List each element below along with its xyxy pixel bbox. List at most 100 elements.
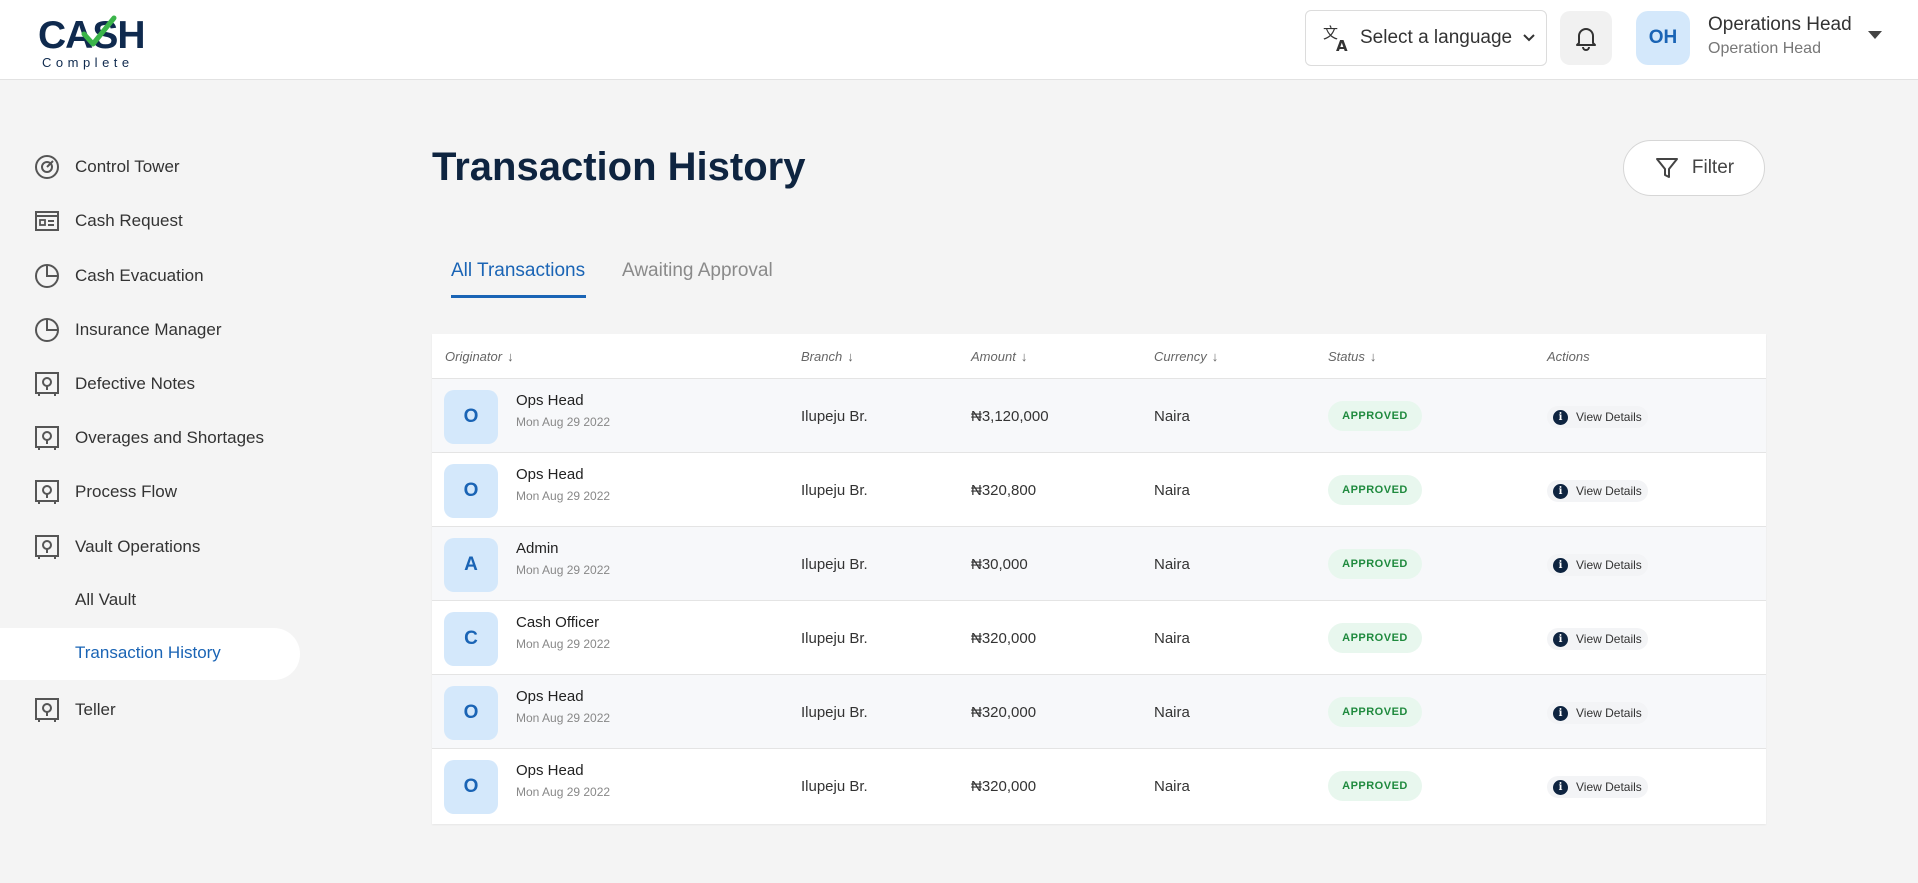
currency-cell: Naira: [1154, 704, 1190, 721]
transaction-date: Mon Aug 29 2022: [516, 415, 611, 429]
column-label: Actions: [1547, 349, 1590, 364]
transaction-date: Mon Aug 29 2022: [516, 711, 611, 725]
originator-avatar: O: [444, 464, 498, 518]
currency-cell: Naira: [1154, 408, 1190, 425]
sidebar-item-defective-notes[interactable]: Defective Notes: [34, 364, 195, 404]
sidebar-subitem-all-vault[interactable]: All Vault: [75, 580, 136, 620]
column-header-amount[interactable]: Amount ↓: [971, 349, 1027, 364]
column-label: Currency: [1154, 349, 1207, 364]
column-label: Originator: [445, 349, 503, 364]
view-details-button[interactable]: i View Details: [1547, 628, 1648, 650]
sidebar-item-vault-operations[interactable]: Vault Operations: [34, 527, 200, 567]
sidebar-subitem-label: Transaction History: [75, 643, 221, 662]
sidebar-item-teller[interactable]: Teller: [34, 690, 116, 730]
language-select[interactable]: 文 A Select a language: [1305, 10, 1547, 66]
column-header-status[interactable]: Status ↓: [1328, 349, 1376, 364]
translate-icon: 文 A: [1323, 24, 1348, 53]
column-header-actions: Actions: [1547, 349, 1590, 364]
sort-arrow-icon: ↓: [1211, 349, 1219, 364]
sidebar-item-label: Cash Request: [75, 211, 183, 230]
cash-complete-logo[interactable]: CASH Complete: [38, 14, 158, 74]
tab-awaiting-approval[interactable]: Awaiting Approval: [622, 260, 773, 282]
column-header-branch[interactable]: Branch ↓: [801, 349, 854, 364]
sidebar-item-label: Cash Evacuation: [75, 266, 204, 285]
transaction-date: Mon Aug 29 2022: [516, 489, 611, 503]
sidebar-item-control-tower[interactable]: Control Tower: [34, 147, 180, 187]
user-name: Operations Head: [1708, 14, 1852, 35]
view-details-button[interactable]: i View Details: [1547, 776, 1648, 798]
logo-subtext: Complete: [42, 55, 134, 70]
sidebar-item-label: Vault Operations: [75, 537, 201, 556]
info-icon: i: [1553, 779, 1568, 795]
originator-avatar: O: [444, 760, 498, 814]
column-header-originator[interactable]: Originator ↓: [445, 349, 514, 364]
filter-icon: [1655, 158, 1678, 178]
user-avatar[interactable]: OH: [1636, 11, 1690, 65]
view-details-label: View Details: [1576, 410, 1642, 424]
branch-cell: Ilupeju Br.: [801, 556, 868, 573]
sidebar-item-label: Overages and Shortages: [75, 428, 265, 447]
check-icon: [81, 15, 117, 47]
info-icon: i: [1553, 483, 1568, 499]
info-icon: i: [1553, 705, 1568, 721]
sort-arrow-icon: ↓: [1020, 349, 1028, 364]
sidebar-subitem-transaction-history[interactable]: Transaction History: [0, 628, 300, 680]
svg-text:A: A: [1336, 37, 1348, 53]
table-row: O Ops Head Mon Aug 29 2022 Ilupeju Br. ₦…: [432, 379, 1766, 453]
view-details-label: View Details: [1576, 484, 1642, 498]
originator-name: Cash Officer: [516, 614, 600, 631]
info-icon: i: [1553, 409, 1568, 425]
active-tab-indicator: [451, 295, 586, 298]
view-details-button[interactable]: i View Details: [1547, 480, 1648, 502]
currency-cell: Naira: [1154, 482, 1190, 499]
safe-icon: [35, 535, 59, 559]
column-label: Status: [1328, 349, 1365, 364]
branch-cell: Ilupeju Br.: [801, 704, 868, 721]
safe-icon: [35, 426, 59, 450]
status-badge: APPROVED: [1328, 401, 1422, 431]
user-menu-caret-icon[interactable]: [1868, 31, 1882, 39]
sidebar-subitem-label: All Vault: [75, 590, 137, 609]
info-icon: i: [1553, 557, 1568, 573]
status-badge: APPROVED: [1328, 475, 1422, 505]
sidebar-item-label: Defective Notes: [75, 374, 195, 393]
bell-icon: [1576, 28, 1596, 51]
tab-all-transactions[interactable]: All Transactions: [451, 260, 585, 282]
transaction-date: Mon Aug 29 2022: [516, 785, 611, 799]
safe-icon: [35, 480, 59, 504]
filter-button[interactable]: Filter: [1623, 140, 1765, 196]
status-badge: APPROVED: [1328, 623, 1422, 653]
table-row: O Ops Head Mon Aug 29 2022 Ilupeju Br. ₦…: [432, 749, 1766, 823]
column-header-currency[interactable]: Currency ↓: [1154, 349, 1218, 364]
view-details-button[interactable]: i View Details: [1547, 406, 1648, 428]
branch-cell: Ilupeju Br.: [801, 482, 868, 499]
pie-chart-icon: [35, 318, 59, 342]
sidebar-item-cash-request[interactable]: Cash Request: [34, 201, 183, 241]
page-title: Transaction History: [432, 145, 806, 189]
filter-label: Filter: [1691, 157, 1735, 178]
sidebar-item-overages-and-shortages[interactable]: Overages and Shortages: [34, 418, 264, 458]
pie-chart-icon: [35, 264, 59, 288]
amount-cell: ₦3,120,000: [971, 408, 1049, 425]
originator-name: Ops Head: [516, 466, 584, 483]
transaction-date: Mon Aug 29 2022: [516, 637, 611, 651]
view-details-button[interactable]: i View Details: [1547, 702, 1648, 724]
language-label: Select a language: [1360, 27, 1513, 48]
safe-icon: [35, 372, 59, 396]
column-label: Amount: [971, 349, 1016, 364]
branch-cell: Ilupeju Br.: [801, 408, 868, 425]
sidebar-item-label: Process Flow: [75, 482, 178, 501]
notifications-button[interactable]: [1560, 11, 1612, 65]
sidebar-item-label: Insurance Manager: [75, 320, 222, 339]
sidebar-item-cash-evacuation[interactable]: Cash Evacuation: [34, 256, 204, 296]
view-details-button[interactable]: i View Details: [1547, 554, 1648, 576]
sidebar-item-label: Teller: [75, 700, 116, 719]
sidebar-item-process-flow[interactable]: Process Flow: [34, 472, 177, 512]
currency-cell: Naira: [1154, 778, 1190, 795]
info-icon: i: [1553, 631, 1568, 647]
originator-avatar: O: [444, 686, 498, 740]
branch-cell: Ilupeju Br.: [801, 778, 868, 795]
currency-cell: Naira: [1154, 630, 1190, 647]
sidebar-item-insurance-manager[interactable]: Insurance Manager: [34, 310, 221, 350]
view-details-label: View Details: [1576, 780, 1642, 794]
